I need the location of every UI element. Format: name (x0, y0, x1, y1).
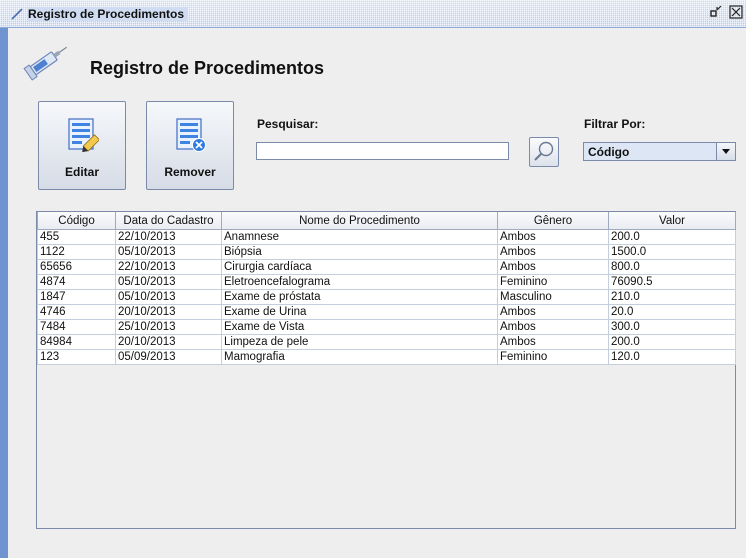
cell-valor: 20.0 (608, 304, 736, 320)
column-header-genero[interactable]: Gênero (497, 212, 609, 230)
cell-codigo: 1122 (37, 244, 116, 260)
edit-icon (68, 118, 99, 153)
table-row[interactable]: 4746 20/10/2013 Exame de Urina Ambos 20.… (37, 304, 736, 320)
cell-nome-procedimento: Mamografia (221, 349, 498, 365)
cell-nome-procedimento: Eletroencefalograma (221, 274, 498, 290)
cell-codigo: 455 (37, 229, 116, 245)
filter-selected-value: Código (588, 145, 630, 159)
procedures-table[interactable]: Código Data do Cadastro Nome do Procedim… (36, 211, 736, 529)
restore-icon (710, 5, 722, 17)
cell-genero: Masculino (497, 289, 609, 305)
cell-codigo: 1847 (37, 289, 116, 305)
search-icon (534, 141, 554, 161)
cell-valor: 76090.5 (608, 274, 736, 290)
cell-codigo: 65656 (37, 259, 116, 275)
table-header-row: Código Data do Cadastro Nome do Procedim… (37, 212, 736, 230)
cell-codigo: 123 (37, 349, 116, 365)
chevron-down-icon (722, 149, 730, 154)
cell-genero: Ambos (497, 334, 609, 350)
filter-select[interactable]: Código (583, 142, 736, 161)
cell-data-cadastro: 25/10/2013 (115, 319, 222, 335)
cell-genero: Feminino (497, 274, 609, 290)
remove-button[interactable]: Remover (146, 101, 234, 190)
syringe-icon (11, 8, 23, 20)
dropdown-arrow-button[interactable] (716, 143, 735, 160)
cell-genero: Ambos (497, 319, 609, 335)
remove-button-label: Remover (164, 165, 216, 179)
window-title: Registro de Procedimentos (28, 7, 189, 21)
cell-genero: Ambos (497, 259, 609, 275)
title-bar[interactable]: Registro de Procedimentos (0, 0, 746, 28)
cell-genero: Feminino (497, 349, 609, 365)
cell-codigo: 4746 (37, 304, 116, 320)
cell-nome-procedimento: Exame de Vista (221, 319, 498, 335)
remove-icon (176, 118, 206, 152)
restore-button[interactable] (708, 5, 724, 21)
cell-valor: 200.0 (608, 334, 736, 350)
search-button[interactable] (529, 137, 559, 167)
cell-nome-procedimento: Anamnese (221, 229, 498, 245)
table-row[interactable]: 123 05/09/2013 Mamografia Feminino 120.0 (37, 349, 736, 365)
cell-valor: 800.0 (608, 259, 736, 275)
cell-data-cadastro: 05/10/2013 (115, 244, 222, 260)
cell-valor: 300.0 (608, 319, 736, 335)
cell-nome-procedimento: Cirurgia cardíaca (221, 259, 498, 275)
edit-button-label: Editar (64, 165, 99, 179)
cell-data-cadastro: 22/10/2013 (115, 259, 222, 275)
cell-codigo: 84984 (37, 334, 116, 350)
table-row[interactable]: 1847 05/10/2013 Exame de próstata Mascul… (37, 289, 736, 305)
close-button[interactable] (728, 5, 744, 21)
column-header-codigo[interactable]: Código (37, 212, 116, 230)
edit-button[interactable]: Editar (38, 101, 126, 190)
cell-nome-procedimento: Limpeza de pele (221, 334, 498, 350)
table-row[interactable]: 1122 05/10/2013 Biópsia Ambos 1500.0 (37, 244, 736, 260)
column-header-nome-procedimento[interactable]: Nome do Procedimento (221, 212, 498, 230)
syringe-icon (23, 46, 68, 81)
cell-data-cadastro: 22/10/2013 (115, 229, 222, 245)
cell-nome-procedimento: Biópsia (221, 244, 498, 260)
cell-data-cadastro: 05/10/2013 (115, 289, 222, 305)
table-row[interactable]: 455 22/10/2013 Anamnese Ambos 200.0 (37, 229, 736, 245)
table-row[interactable]: 84984 20/10/2013 Limpeza de pele Ambos 2… (37, 334, 736, 350)
table-row[interactable]: 4874 05/10/2013 Eletroencefalograma Femi… (37, 274, 736, 290)
close-icon (729, 5, 743, 19)
cell-valor: 1500.0 (608, 244, 736, 260)
cell-genero: Ambos (497, 229, 609, 245)
cell-data-cadastro: 20/10/2013 (115, 304, 222, 320)
cell-genero: Ambos (497, 244, 609, 260)
cell-codigo: 4874 (37, 274, 116, 290)
cell-valor: 120.0 (608, 349, 736, 365)
search-input[interactable] (256, 142, 509, 160)
cell-codigo: 7484 (37, 319, 116, 335)
cell-genero: Ambos (497, 304, 609, 320)
cell-valor: 210.0 (608, 289, 736, 305)
table-row[interactable]: 65656 22/10/2013 Cirurgia cardíaca Ambos… (37, 259, 736, 275)
filter-label: Filtrar Por: (584, 117, 646, 131)
cell-data-cadastro: 05/10/2013 (115, 274, 222, 290)
cell-data-cadastro: 05/09/2013 (115, 349, 222, 365)
procedures-grid: Código Data do Cadastro Nome do Procedim… (37, 212, 736, 365)
page-title: Registro de Procedimentos (90, 58, 325, 78)
cell-nome-procedimento: Exame de próstata (221, 289, 498, 305)
column-header-valor[interactable]: Valor (608, 212, 736, 230)
table-row[interactable]: 7484 25/10/2013 Exame de Vista Ambos 300… (37, 319, 736, 335)
search-label: Pesquisar: (257, 117, 319, 131)
column-header-data-cadastro[interactable]: Data do Cadastro (115, 212, 222, 230)
cell-data-cadastro: 20/10/2013 (115, 334, 222, 350)
cell-valor: 200.0 (608, 229, 736, 245)
cell-nome-procedimento: Exame de Urina (221, 304, 498, 320)
